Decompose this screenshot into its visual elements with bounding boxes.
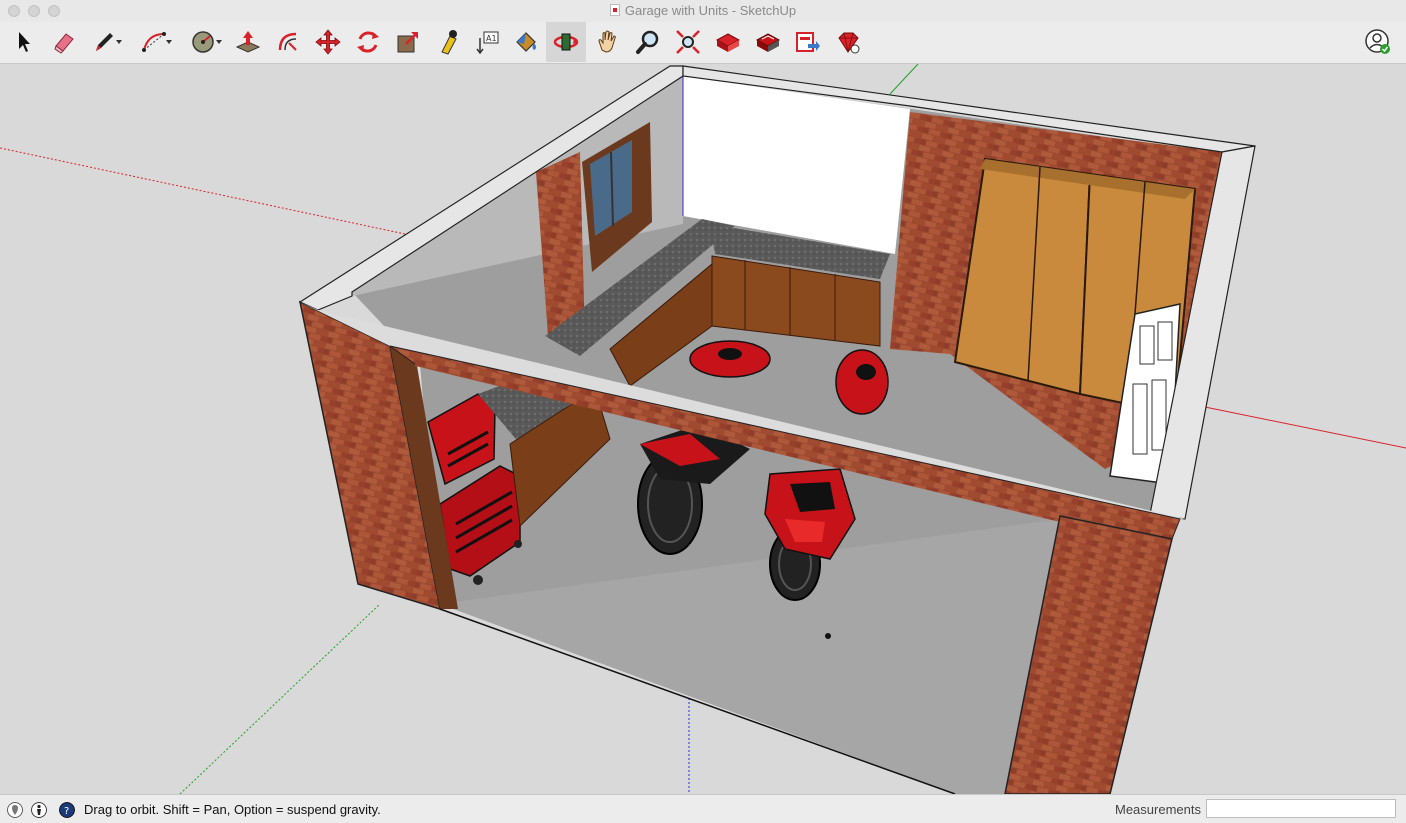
model-viewport[interactable] [0,64,1406,794]
zoom-tool-button[interactable] [628,22,668,62]
measurements-label: Measurements [1115,802,1201,817]
shapes-tool-button[interactable] [184,22,224,62]
red-axis-negative [0,147,406,235]
rotate-tool-button[interactable] [348,22,388,62]
eraser-tool-button[interactable] [44,22,84,62]
warehouse-icon [715,33,741,52]
tape-measure-icon [441,30,457,55]
text-tool-button[interactable]: A1 [468,22,508,62]
push-pull-tool-button[interactable] [228,22,268,62]
garage-model-scene[interactable] [0,64,1406,794]
pencil-tool-button[interactable] [84,22,124,62]
select-icon [19,32,30,52]
rotate-icon [357,31,379,53]
svg-text:?: ? [64,806,69,817]
extension-warehouse-button[interactable] [748,22,788,62]
account-icon[interactable] [1364,28,1392,56]
send-to-layout-button[interactable] [788,22,828,62]
cursor-marker [825,633,831,639]
move-tool-button[interactable] [308,22,348,62]
3d-warehouse-button[interactable] [708,22,748,62]
move-icon [315,29,341,55]
document-icon [609,4,620,16]
chevron-down-icon[interactable] [216,40,222,44]
green-axis-positive [889,64,919,95]
orbit-tool-button[interactable] [546,22,586,62]
offset-tool-button[interactable] [268,22,308,62]
chevron-down-icon[interactable] [166,40,172,44]
push-pull-icon [235,31,261,53]
ruby-extension-icon [838,32,860,54]
text-icon: A1 [476,31,499,55]
help-icon[interactable]: ? [59,802,75,818]
status-hint: Drag to orbit. Shift = Pan, Option = sus… [84,802,381,817]
window-title-text: Garage with Units - SketchUp [624,3,797,18]
chevron-down-icon[interactable] [116,40,122,44]
shapes-icon [192,31,214,53]
window-title: Garage with Units - SketchUp [0,3,1406,18]
zoom-icon [636,30,659,54]
tape-measure-tool-button[interactable] [428,22,468,62]
orbit-icon [553,33,579,51]
sketchup-window: Garage with Units - SketchUp A1 ? Drag t… [0,0,1406,823]
title-bar: Garage with Units - SketchUp [0,0,1406,22]
scale-tool-button[interactable] [388,22,428,62]
red-axis-positive [1199,405,1406,449]
zoom-extents-icon [676,30,700,54]
paint-bucket-tool-button[interactable] [506,22,546,62]
pan-tool-button[interactable] [588,22,628,62]
measurements-input[interactable] [1206,799,1396,818]
geo-location-icon[interactable] [7,802,23,818]
arc-icon [142,32,166,52]
green-axis-negative [179,603,381,794]
select-tool-button[interactable] [4,22,44,62]
extension-warehouse-icon [755,33,781,52]
arc-tool-button[interactable] [134,22,174,62]
paint-bucket-icon [516,32,536,52]
svg-text:A1: A1 [486,34,497,43]
offset-icon [278,32,297,51]
credits-icon[interactable] [31,802,47,818]
zoom-extents-tool-button[interactable] [668,22,708,62]
pencil-icon [96,33,113,51]
toolbar: A1 [0,22,1406,64]
eraser-icon [54,33,74,54]
send-to-layout-icon [796,32,820,52]
pan-icon [598,30,616,53]
ruby-extension-button[interactable] [828,22,868,62]
scale-icon [397,32,418,53]
status-bar: ? Drag to orbit. Shift = Pan, Option = s… [0,794,1406,823]
